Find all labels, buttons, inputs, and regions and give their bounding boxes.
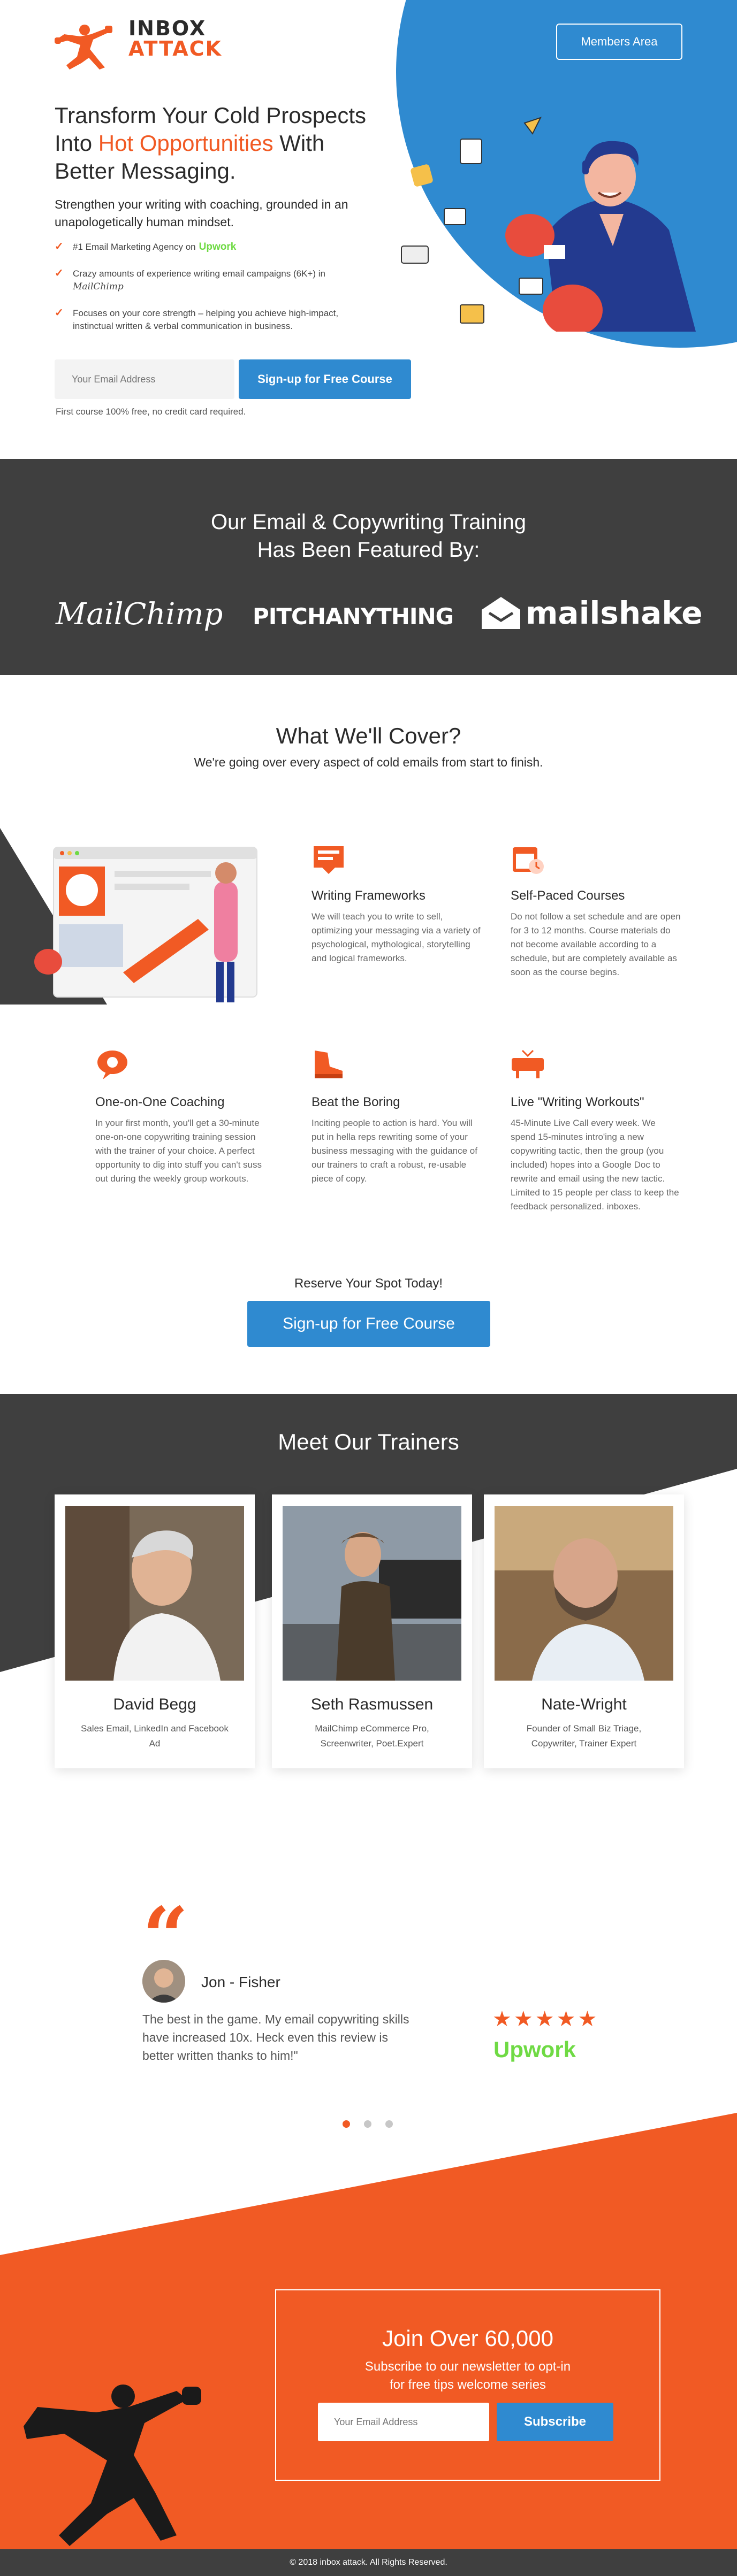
trainer-name: Seth Rasmussen [310,1696,434,1713]
members-area-button[interactable]: Members Area [556,24,682,60]
upwork-logo: Upwork [493,2037,576,2062]
feature-title: One-on-One Coaching [95,1095,225,1109]
feature-text: We will teach you to write to sell, opti… [311,911,481,963]
testimonial-quote: The best in the game. My email copywriti… [142,2012,409,2063]
hero-subtitle: Strengthen your writing with coaching, g… [55,197,348,229]
bullet-item: ✓ Crazy amounts of experience writing em… [55,267,408,293]
testimonial-author: Jon - Fisher [201,1974,280,1990]
feature-text: In your first month, you'll get a 30-min… [95,1118,262,1184]
featured-title: Our Email & Copywriting Training Has Bee… [0,508,737,564]
trainer-photo [283,1506,461,1681]
chat-bubble-icon [97,1051,127,1079]
trainer-role: Founder of Small Biz Triage, Copywriter,… [526,1723,642,1749]
trainer-photo [495,1506,673,1681]
bullet-item: ✓ Focuses on your core strength – helpin… [55,307,408,333]
bullet-text: Focuses on your core strength – helping … [73,308,339,331]
mailshake-label: mailshake [526,595,703,631]
newsletter-title: Join Over 60,000 [382,2326,553,2351]
logo-line1: INBOX [128,17,207,40]
logo[interactable]: INBOX ATTACK [54,18,221,72]
featured-section: Our Email & Copywriting Training Has Bee… [0,459,737,675]
copyright-text: © 2018 inbox attack. All Rights Reserved… [290,2558,447,2567]
newsletter-subtitle-line1: Subscribe to our newsletter to opt-in [364,2359,571,2374]
trainers-title: Meet Our Trainers [278,1429,459,1454]
trainer-card[interactable]: Seth Rasmussen MailChimp eCommerce Pro, … [272,1494,472,1768]
feature-live-workouts: Live "Writing Workouts" 45-Minute Live C… [511,1047,682,1214]
feature-one-on-one: One-on-One Coaching In your first month,… [95,1047,267,1186]
mailshake-logo: mailshake [482,595,703,631]
boot-icon [315,1051,343,1078]
newsletter-subtitle-line2: for free tips welcome series [389,2378,546,2392]
cover-signup-button[interactable]: Sign-up for Free Course [247,1301,490,1347]
trainer-name: Nate-Wright [541,1696,627,1713]
mailchimp-badge: MailChimp [73,281,124,292]
featured-title-line1: Our Email & Copywriting Training [210,510,527,534]
newsletter-email-input[interactable] [318,2403,489,2441]
cover-title: What We'll Cover? [276,723,461,748]
bullet-text: Crazy amounts of experience writing emai… [73,269,325,279]
feature-title: Self-Paced Courses [511,888,625,903]
feature-text: Do not follow a set schedule and are ope… [511,911,681,977]
boxer-illustration [401,117,696,332]
upwork-badge: Upwork [199,241,237,252]
fighter-silhouette [24,2385,201,2546]
pitchanything-logo: PITCHANYTHING [253,603,454,630]
live-broadcast-icon [512,1049,544,1078]
hero-title-line2a: Into [55,131,98,156]
hero-title-line3: Better Messaging. [55,158,236,183]
hero-signup-button[interactable]: Sign-up for Free Course [239,359,411,399]
feature-text: 45-Minute Live Call every week. We spend… [511,1118,679,1212]
hero-title: Transform Your Cold Prospects Into Hot O… [55,102,397,185]
trainer-role: Sales Email, LinkedIn and Facebook Ad [81,1723,229,1749]
avatar [142,1960,185,2003]
trainer-card[interactable]: David Begg Sales Email, LinkedIn and Fac… [55,1494,255,1768]
hero-title-line2c: With [273,131,325,156]
mailshake-envelope-icon [482,597,520,629]
newsletter-subtitle: Subscribe to our newsletter to opt-in fo… [276,2358,659,2394]
feature-title: Beat the Boring [311,1095,400,1109]
hero-title-highlight: Hot Opportunities [98,131,273,156]
cover-illustration [0,828,257,1005]
logo-line2: ATTACK [128,37,222,60]
hero-bullets: ✓ #1 Email Marketing Agency on Upwork ✓ C… [55,241,408,347]
feature-text: Inciting people to action is hard. You w… [311,1118,477,1184]
check-icon: ✓ [55,267,64,279]
trainer-card[interactable]: Nate-Wright Founder of Small Biz Triage,… [484,1494,684,1768]
fighter-logo-icon [55,25,112,70]
cover-subtitle: We're going over every aspect of cold em… [194,755,543,769]
hero-note: First course 100% free, no credit card r… [56,407,246,417]
hero-email-input[interactable] [55,359,234,399]
feature-beat-the-boring: Beat the Boring Inciting people to actio… [311,1047,483,1186]
featured-title-line2: Has Been Featured By: [257,538,480,562]
newsletter-box: Join Over 60,000 Subscribe to our newsle… [275,2289,660,2481]
hero-title-line1: Transform Your Cold Prospects [55,103,367,128]
footer: © 2018 inbox attack. All Rights Reserved… [0,2549,737,2576]
frameworks-icon [314,846,344,874]
feature-self-paced: Self-Paced Courses Do not follow a set s… [511,841,682,979]
hero-section: INBOX ATTACK Members Area Transform Your… [0,0,737,459]
mailchimp-logo: MailChimp [56,597,223,632]
feature-title: Writing Frameworks [311,888,426,903]
feature-writing-frameworks: Writing Frameworks We will teach you to … [311,841,483,965]
bullet-item: ✓ #1 Email Marketing Agency on Upwork [55,241,408,254]
trainer-name: David Begg [113,1696,196,1713]
check-icon: ✓ [55,307,64,319]
rating-stars: ★★★★★ [492,2007,599,2031]
reserve-text: Reserve Your Spot Today! [294,1276,443,1291]
calendar-icon [513,847,544,874]
trainer-photo [65,1506,244,1681]
bullet-text: #1 Email Marketing Agency on [73,242,196,252]
subscribe-button[interactable]: Subscribe [497,2403,613,2441]
trainer-role: MailChimp eCommerce Pro, Screenwriter, P… [315,1723,429,1749]
check-icon: ✓ [55,241,64,252]
feature-title: Live "Writing Workouts" [511,1095,644,1109]
